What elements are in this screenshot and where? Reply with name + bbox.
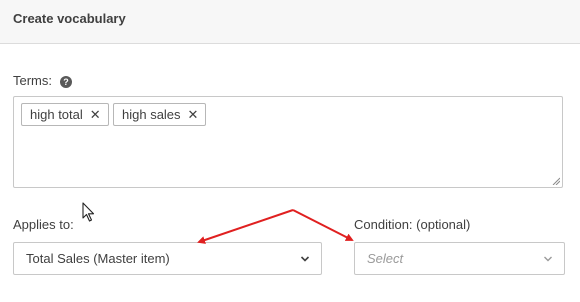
remove-term-icon[interactable]: ✕ bbox=[90, 108, 101, 121]
arrow-to-applies-select bbox=[197, 209, 294, 244]
term-chip-label: high sales bbox=[122, 107, 181, 122]
condition-label: Condition: (optional) bbox=[354, 217, 471, 232]
help-icon[interactable]: ? bbox=[60, 75, 72, 88]
term-chip-high-total: high total ✕ bbox=[21, 103, 109, 126]
arrow-to-condition-select bbox=[292, 209, 354, 241]
term-chip-high-sales: high sales ✕ bbox=[113, 103, 207, 126]
mouse-cursor-icon bbox=[82, 202, 95, 222]
term-chip-label: high total bbox=[30, 107, 83, 122]
create-vocabulary-dialog: Create vocabulary Terms: ? high total ✕ … bbox=[0, 0, 580, 302]
chevron-down-icon bbox=[544, 256, 552, 262]
resize-handle-icon[interactable] bbox=[552, 177, 560, 185]
applies-to-label: Applies to: bbox=[13, 217, 74, 232]
condition-placeholder: Select bbox=[367, 251, 404, 266]
condition-select[interactable]: Select bbox=[354, 242, 565, 275]
remove-term-icon[interactable]: ✕ bbox=[188, 108, 199, 121]
terms-label-row: Terms: ? bbox=[13, 73, 72, 88]
dialog-title: Create vocabulary bbox=[13, 11, 126, 26]
terms-input[interactable]: high total ✕ high sales ✕ bbox=[13, 96, 563, 188]
applies-to-select[interactable]: Total Sales (Master item) bbox=[13, 242, 322, 275]
terms-label: Terms: bbox=[13, 73, 52, 88]
chevron-down-icon bbox=[300, 256, 310, 262]
applies-to-value: Total Sales (Master item) bbox=[26, 251, 170, 266]
dialog-header: Create vocabulary bbox=[0, 0, 580, 44]
